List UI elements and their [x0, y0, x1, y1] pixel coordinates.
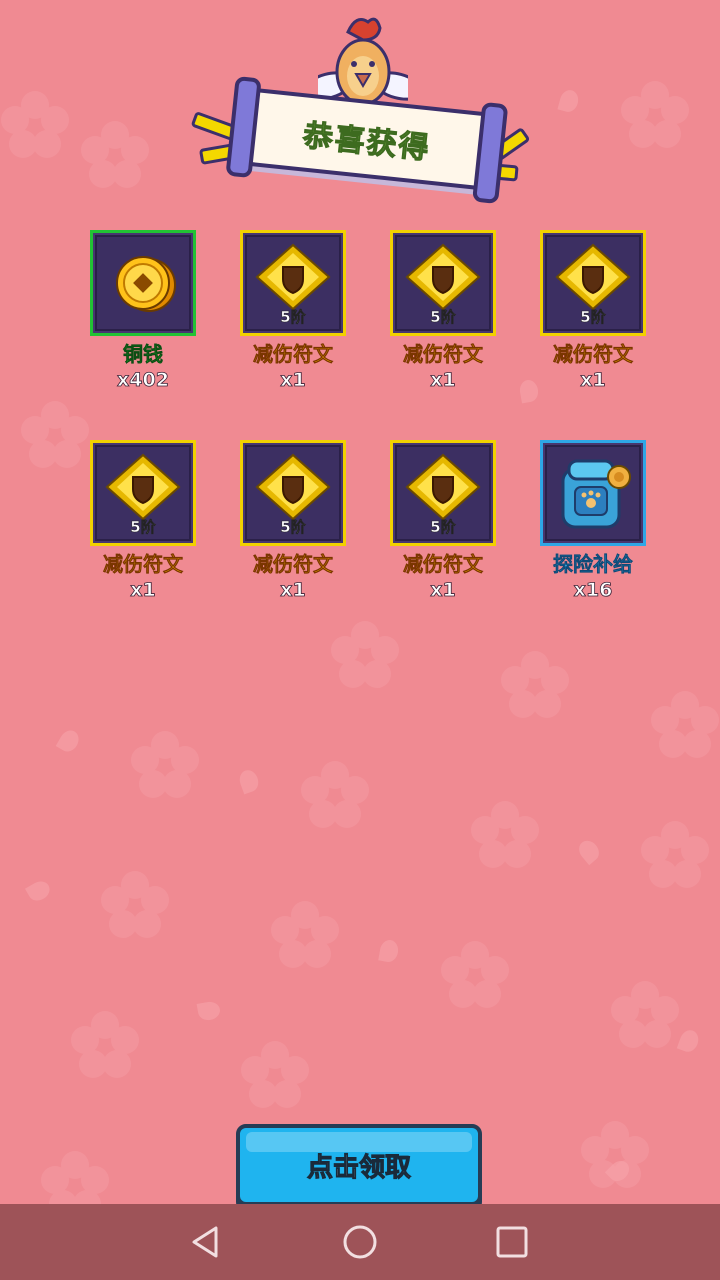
- reward-count: x1: [430, 369, 456, 392]
- blossom-icon: [101, 871, 169, 938]
- reward-name: 减伤符文: [403, 342, 484, 367]
- blossom-icon: [241, 1041, 309, 1108]
- title-scroll: 恭喜获得: [225, 75, 509, 205]
- tier-label: 5阶: [430, 518, 456, 537]
- blossom-icon: [81, 121, 149, 188]
- scroll-rod-left: [225, 75, 262, 179]
- reward-slot[interactable]: 5阶: [390, 440, 496, 546]
- blossom-icon: [621, 81, 689, 148]
- tier-label: 5阶: [130, 518, 156, 537]
- shield-rune-icon: [105, 453, 181, 521]
- reward-name: 减伤符文: [253, 552, 334, 577]
- blossom-icon: [71, 1011, 139, 1078]
- reward-name: 减伤符文: [253, 342, 334, 367]
- blossom-icon: [1, 91, 69, 158]
- blossom-icon: [271, 901, 339, 968]
- tier-label: 5阶: [580, 308, 606, 327]
- reward-item[interactable]: 铜钱 x402: [83, 230, 203, 394]
- reward-slot[interactable]: 5阶: [90, 440, 196, 546]
- reward-name: 铜钱: [123, 342, 164, 367]
- reward-name: 减伤符文: [553, 342, 634, 367]
- reward-count: x1: [580, 369, 606, 392]
- reward-count: x1: [430, 579, 456, 602]
- reward-slot[interactable]: 5阶: [390, 230, 496, 336]
- blossom-icon: [651, 691, 719, 758]
- blossom-icon: [441, 941, 509, 1008]
- blossom-icon: [501, 651, 569, 718]
- shield-rune-icon: [405, 243, 481, 311]
- reward-count: x1: [130, 579, 156, 602]
- shield-rune-icon: [555, 243, 631, 311]
- page-title: 恭喜获得: [301, 118, 433, 167]
- shield-rune-icon: [255, 453, 331, 521]
- tier-label: 5阶: [430, 308, 456, 327]
- reward-count: x16: [573, 579, 613, 602]
- reward-name: 减伤符文: [103, 552, 184, 577]
- reward-item[interactable]: 5阶 减伤符文 x1: [233, 440, 353, 604]
- reward-slot[interactable]: [540, 440, 646, 546]
- reward-slot[interactable]: 5阶: [540, 230, 646, 336]
- blossom-icon: [131, 731, 199, 798]
- reward-name: 减伤符文: [403, 552, 484, 577]
- home-icon[interactable]: [342, 1224, 378, 1260]
- copper-coin-icon: [116, 256, 176, 312]
- blossom-icon: [301, 761, 369, 828]
- shield-rune-icon: [405, 453, 481, 521]
- blossom-icon: [21, 401, 89, 468]
- claim-button[interactable]: 点击领取: [236, 1124, 482, 1206]
- tier-label: 5阶: [280, 308, 306, 327]
- reward-item[interactable]: 5阶 减伤符文 x1: [383, 230, 503, 394]
- reward-item[interactable]: 探险补给 x16: [533, 440, 653, 604]
- reward-slot[interactable]: 5阶: [240, 230, 346, 336]
- reward-banner: 恭喜获得: [186, 14, 536, 205]
- reward-item[interactable]: 5阶 减伤符文 x1: [233, 230, 353, 394]
- scroll-rod-right: [472, 101, 509, 205]
- reward-slot[interactable]: [90, 230, 196, 336]
- reward-item[interactable]: 5阶 减伤符文 x1: [83, 440, 203, 604]
- blossom-icon: [641, 821, 709, 888]
- shield-rune-icon: [255, 243, 331, 311]
- reward-slot[interactable]: 5阶: [240, 440, 346, 546]
- blossom-icon: [471, 801, 539, 868]
- reward-item[interactable]: 5阶 减伤符文 x1: [383, 440, 503, 604]
- reward-name: 探险补给: [553, 552, 634, 577]
- reward-count: x1: [280, 369, 306, 392]
- blossom-icon: [331, 621, 399, 688]
- back-icon[interactable]: [188, 1224, 224, 1260]
- reward-count: x402: [117, 369, 170, 392]
- reward-item[interactable]: 5阶 减伤符文 x1: [533, 230, 653, 394]
- claim-button-label: 点击领取: [306, 1152, 411, 1183]
- recents-icon[interactable]: [494, 1224, 530, 1260]
- blossom-icon: [611, 981, 679, 1048]
- tier-label: 5阶: [280, 518, 306, 537]
- system-nav-bar: [0, 1204, 720, 1280]
- backpack-icon: [561, 459, 631, 529]
- reward-count: x1: [280, 579, 306, 602]
